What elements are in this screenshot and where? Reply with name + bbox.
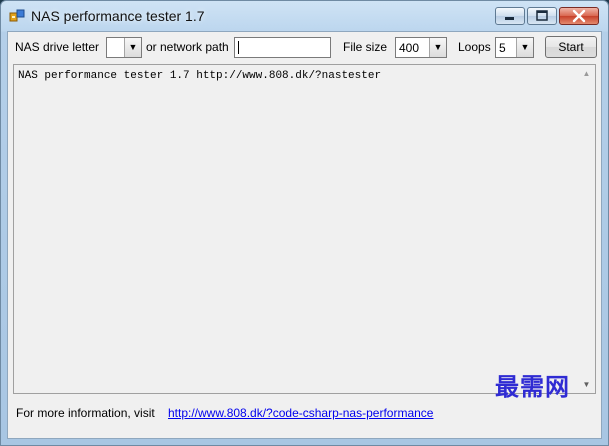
window-title: NAS performance tester 1.7 bbox=[31, 8, 205, 24]
chevron-down-icon[interactable]: ▼ bbox=[124, 38, 141, 57]
network-path-input[interactable] bbox=[234, 37, 331, 58]
loops-label: Loops bbox=[458, 40, 491, 54]
title-bar[interactable]: NAS performance tester 1.7 bbox=[1, 1, 608, 31]
chevron-down-icon[interactable]: ▼ bbox=[516, 38, 533, 57]
file-size-select[interactable]: 400 ▼ bbox=[395, 37, 447, 58]
scroll-up-icon[interactable]: ▲ bbox=[578, 65, 595, 82]
info-label: For more information, visit bbox=[16, 406, 155, 420]
file-size-value: 400 bbox=[399, 41, 420, 55]
maximize-button[interactable] bbox=[527, 7, 557, 25]
drive-letter-select[interactable]: ▼ bbox=[106, 37, 142, 58]
app-icon bbox=[9, 9, 25, 23]
maximize-icon bbox=[536, 10, 548, 21]
minimize-button[interactable] bbox=[495, 7, 525, 25]
start-button[interactable]: Start bbox=[545, 36, 597, 58]
drive-letter-label: NAS drive letter bbox=[15, 40, 100, 54]
vertical-scrollbar[interactable]: ▲ ▼ bbox=[578, 65, 595, 393]
app-window: NAS performance tester 1.7 NAS drive let… bbox=[0, 0, 609, 446]
minimize-icon bbox=[505, 17, 514, 20]
network-path-label: or network path bbox=[146, 40, 229, 54]
scroll-down-icon[interactable]: ▼ bbox=[578, 376, 595, 393]
output-textarea[interactable]: NAS performance tester 1.7 http://www.80… bbox=[13, 64, 596, 394]
text-caret bbox=[238, 41, 239, 54]
chevron-down-icon[interactable]: ▼ bbox=[429, 38, 446, 57]
file-size-label: File size bbox=[343, 40, 388, 54]
info-link[interactable]: http://www.808.dk/?code-csharp-nas-perfo… bbox=[168, 406, 433, 420]
output-text: NAS performance tester 1.7 http://www.80… bbox=[18, 70, 382, 82]
close-button[interactable] bbox=[559, 7, 599, 25]
loops-value: 5 bbox=[499, 41, 506, 55]
loops-select[interactable]: 5 ▼ bbox=[495, 37, 534, 58]
close-icon bbox=[572, 9, 586, 23]
watermark-logo: 最需网 bbox=[495, 372, 570, 401]
